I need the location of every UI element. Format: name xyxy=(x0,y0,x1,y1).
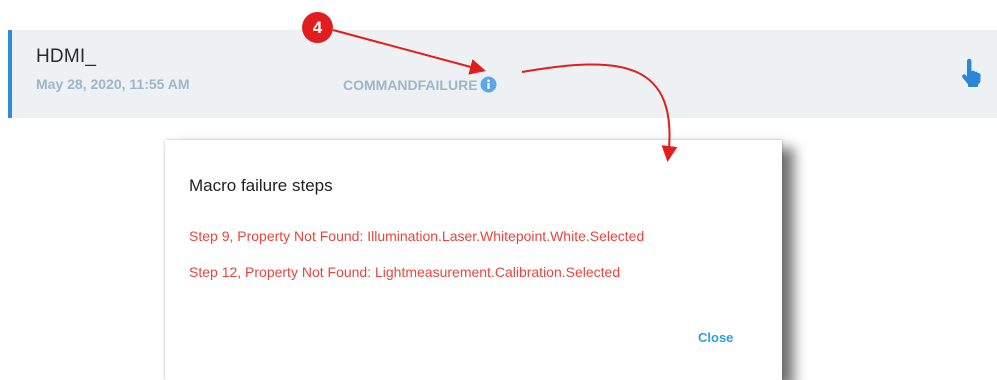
failure-step: Step 9, Property Not Found: Illumination… xyxy=(189,228,645,244)
close-button[interactable]: Close xyxy=(698,330,733,345)
dialog-title: Macro failure steps xyxy=(189,176,333,195)
info-icon[interactable] xyxy=(480,76,497,93)
hand-pointer-icon xyxy=(958,58,984,92)
macro-status: COMMANDFAILURE xyxy=(343,76,497,93)
macro-failure-dialog: Macro failure steps Step 9, Property Not… xyxy=(165,140,782,380)
callout-badge: 4 xyxy=(302,12,333,43)
selection-accent-bar xyxy=(8,30,12,118)
macro-date: May 28, 2020, 11:55 AM xyxy=(36,76,190,92)
macro-list-item[interactable]: HDMI_ May 28, 2020, 11:55 AM COMMANDFAIL… xyxy=(8,30,997,118)
macro-status-text: COMMANDFAILURE xyxy=(343,76,478,93)
failure-step: Step 12, Property Not Found: Lightmeasur… xyxy=(189,264,621,280)
run-macro-button[interactable] xyxy=(958,58,984,88)
macro-name: HDMI_ xyxy=(36,46,97,67)
